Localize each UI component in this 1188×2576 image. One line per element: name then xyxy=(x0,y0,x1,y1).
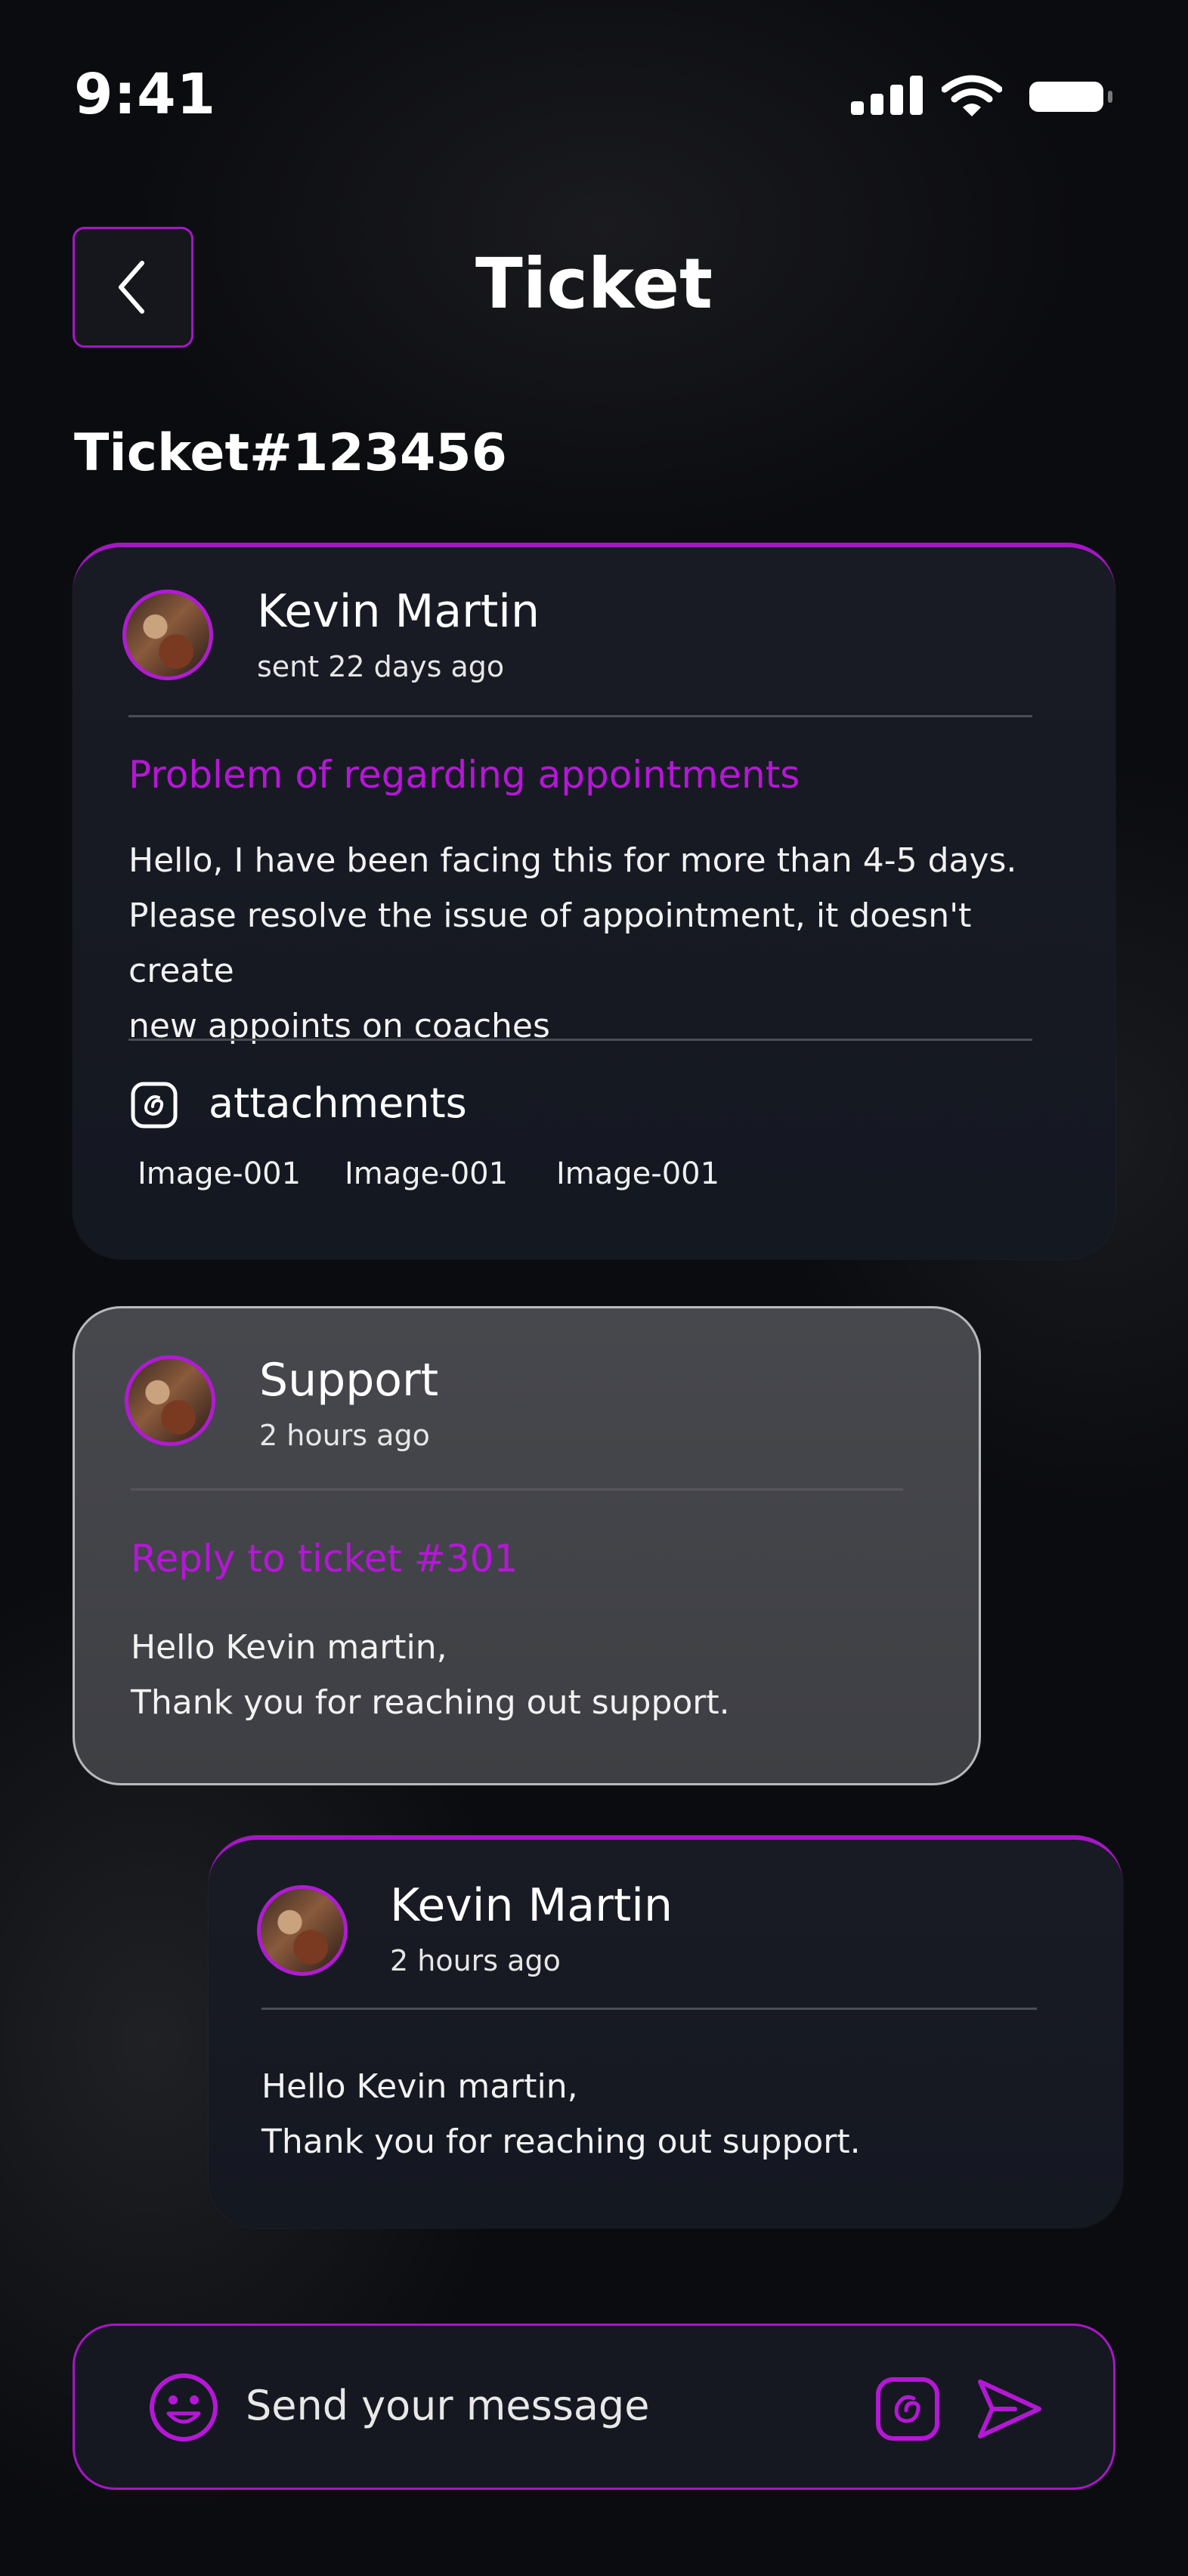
message-body-line: Hello Kevin martin, xyxy=(131,1628,447,1667)
attachment-link[interactable]: Image-001 xyxy=(556,1156,719,1191)
message-body: Hello Kevin martin, Thank you for reachi… xyxy=(131,1620,947,1730)
message-body-line: Thank you for reaching out support. xyxy=(131,1683,730,1722)
message-subject: Problem of regarding appointments xyxy=(128,753,800,797)
message-body-line: Hello, I have been facing this for more … xyxy=(128,841,1017,880)
battery-tip xyxy=(1108,91,1112,103)
wifi-icon xyxy=(942,75,1002,116)
message-author: Kevin Martin xyxy=(390,1879,673,1932)
page-title: Ticket xyxy=(475,243,713,324)
status-time: 9:41 xyxy=(74,62,217,127)
cellular-signal-icon xyxy=(851,76,923,115)
message-body-line: new appoints on coaches xyxy=(128,1007,550,1045)
battery-icon xyxy=(1029,82,1103,112)
attachment-link[interactable]: Image-001 xyxy=(345,1156,508,1191)
avatar xyxy=(257,1885,348,1976)
message-body-line: Thank you for reaching out support. xyxy=(261,2122,861,2161)
attachments-label: attachments xyxy=(209,1079,467,1127)
divider xyxy=(128,715,1032,717)
ticket-message-card: Kevin Martin sent 22 days ago Problem of… xyxy=(73,543,1115,1259)
message-time: sent 22 days ago xyxy=(257,650,505,683)
divider xyxy=(128,1039,1032,1041)
divider xyxy=(131,1488,903,1491)
attachment-link[interactable]: Image-001 xyxy=(138,1156,301,1191)
support-reply-card: Support 2 hours ago Reply to ticket #301… xyxy=(73,1306,981,1785)
divider xyxy=(261,2008,1037,2010)
message-body: Hello, I have been facing this for more … xyxy=(128,833,1050,1054)
avatar xyxy=(125,1355,215,1446)
attachment-icon[interactable] xyxy=(874,2376,941,2442)
message-body-line: Please resolve the issue of appointment,… xyxy=(128,896,972,990)
message-body-line: Hello Kevin martin, xyxy=(261,2067,578,2106)
message-composer: Send your message xyxy=(73,2324,1115,2490)
send-icon[interactable] xyxy=(973,2376,1045,2442)
message-subject: Reply to ticket #301 xyxy=(131,1537,518,1581)
avatar xyxy=(122,590,213,680)
ticket-number: Ticket#123456 xyxy=(74,423,507,483)
user-reply-card: Kevin Martin 2 hours ago Hello Kevin mar… xyxy=(209,1835,1123,2228)
smiley-icon[interactable] xyxy=(147,2371,220,2444)
message-input[interactable]: Send your message xyxy=(246,2382,896,2429)
attachment-icon xyxy=(131,1082,178,1129)
message-body: Hello Kevin martin, Thank you for reachi… xyxy=(261,2059,1078,2169)
message-time: 2 hours ago xyxy=(390,1944,561,1977)
message-author: Support xyxy=(259,1354,439,1407)
message-author: Kevin Martin xyxy=(257,585,540,638)
message-time: 2 hours ago xyxy=(259,1419,430,1452)
